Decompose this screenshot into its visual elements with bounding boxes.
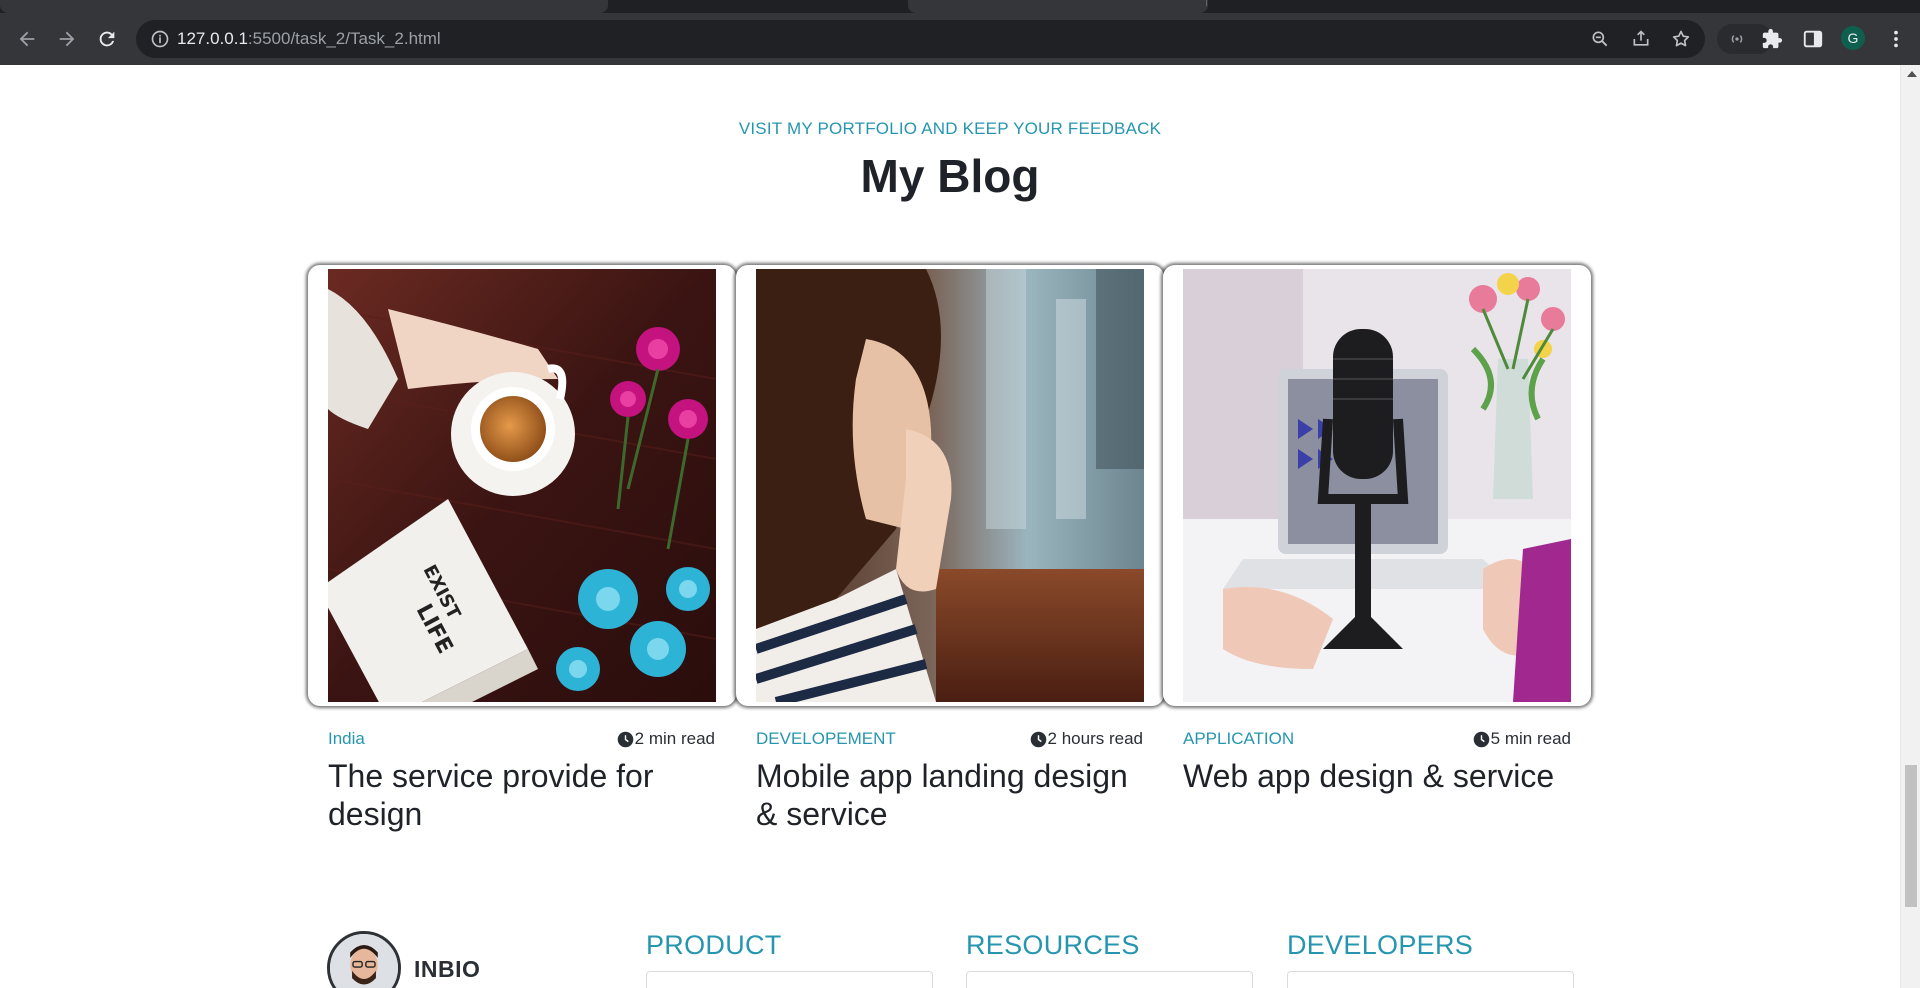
share-icon[interactable] <box>1631 29 1651 49</box>
footer-link-box[interactable] <box>1287 971 1574 988</box>
tab-strip <box>0 0 1920 13</box>
microphone-laptop-image <box>1183 269 1571 702</box>
post-title[interactable]: Web app design & service <box>1183 757 1583 795</box>
post-read-time: 2 min read <box>617 729 715 749</box>
footer-link-box[interactable] <box>966 971 1253 988</box>
blog-card-image-frame[interactable] <box>736 265 1164 706</box>
clock-icon <box>617 731 633 747</box>
info-icon[interactable] <box>150 29 170 49</box>
browser-toolbar: 127.0.0.1:5500/task_2/Task_2.html G <box>0 13 1920 65</box>
url-path: :5500/task_2/Task_2.html <box>247 29 441 48</box>
page-viewport: VISIT MY PORTFOLIO AND KEEP YOUR FEEDBAC… <box>0 65 1900 988</box>
footer-column-heading: PRODUCT <box>646 930 782 960</box>
back-button[interactable] <box>7 13 47 65</box>
clock-icon <box>1473 731 1489 747</box>
blog-card-image[interactable] <box>756 269 1144 702</box>
reload-icon <box>99 31 115 47</box>
blog-card-image-frame[interactable] <box>1163 265 1591 706</box>
url-host: 127.0.0.1 <box>177 29 248 48</box>
browser-tab[interactable] <box>0 0 608 13</box>
clock-icon <box>1030 731 1046 747</box>
person-avatar-icon <box>330 934 398 988</box>
coffee-book-flowers-image: EXIST LIFE <box>328 269 716 702</box>
footer-link-box[interactable] <box>646 971 933 988</box>
post-title[interactable]: The service provide for design <box>328 757 728 833</box>
footer-brand[interactable]: INBIO <box>414 956 480 983</box>
blog-card-image[interactable] <box>1183 269 1571 702</box>
footer-column-heading: DEVELOPERS <box>1287 930 1474 960</box>
post-title[interactable]: Mobile app landing design & service <box>756 757 1156 833</box>
arrow-right-icon <box>59 31 75 47</box>
profile-avatar[interactable]: G <box>1841 26 1865 50</box>
post-category[interactable]: India <box>328 729 365 749</box>
footer-avatar <box>327 931 401 988</box>
blog-card-image[interactable]: EXIST LIFE <box>328 269 716 702</box>
extensions-puzzle-icon[interactable] <box>1759 26 1785 52</box>
post-read-time: 2 hours read <box>1030 729 1143 749</box>
post-read-time: 5 min read <box>1473 729 1571 749</box>
broadcast-icon[interactable] <box>1727 29 1747 49</box>
forward-button[interactable] <box>47 13 87 65</box>
arrow-left-icon <box>19 31 35 47</box>
zoom-icon[interactable] <box>1590 29 1610 49</box>
section-title: My Blog <box>860 150 1040 202</box>
bookmark-star-icon[interactable] <box>1671 29 1691 49</box>
scroll-thumb[interactable] <box>1905 765 1917 907</box>
page-scrollbar[interactable] <box>1900 65 1920 988</box>
address-bar[interactable]: 127.0.0.1:5500/task_2/Task_2.html <box>136 20 1705 58</box>
scroll-up-arrow-icon[interactable] <box>1907 71 1917 77</box>
read-time-text: 2 hours read <box>1047 729 1143 748</box>
menu-kebab-icon[interactable] <box>1883 26 1909 52</box>
browser-tab[interactable] <box>908 0 1208 13</box>
post-category[interactable]: APPLICATION <box>1183 729 1294 749</box>
reload-button[interactable] <box>87 13 127 65</box>
post-category[interactable]: DEVELOPEMENT <box>756 729 896 749</box>
section-subtitle: VISIT MY PORTFOLIO AND KEEP YOUR FEEDBAC… <box>738 119 1162 138</box>
browser-tab-active[interactable] <box>608 0 908 13</box>
read-time-text: 2 min read <box>634 729 715 748</box>
blog-card-image-frame[interactable]: EXIST LIFE <box>308 265 736 706</box>
footer-column-heading: RESOURCES <box>966 930 1140 960</box>
tab-separator <box>1206 0 1207 6</box>
url-text[interactable]: 127.0.0.1:5500/task_2/Task_2.html <box>177 20 441 58</box>
read-time-text: 5 min read <box>1490 729 1571 748</box>
side-panel-icon[interactable] <box>1800 26 1826 52</box>
woman-praying-image <box>756 269 1144 702</box>
